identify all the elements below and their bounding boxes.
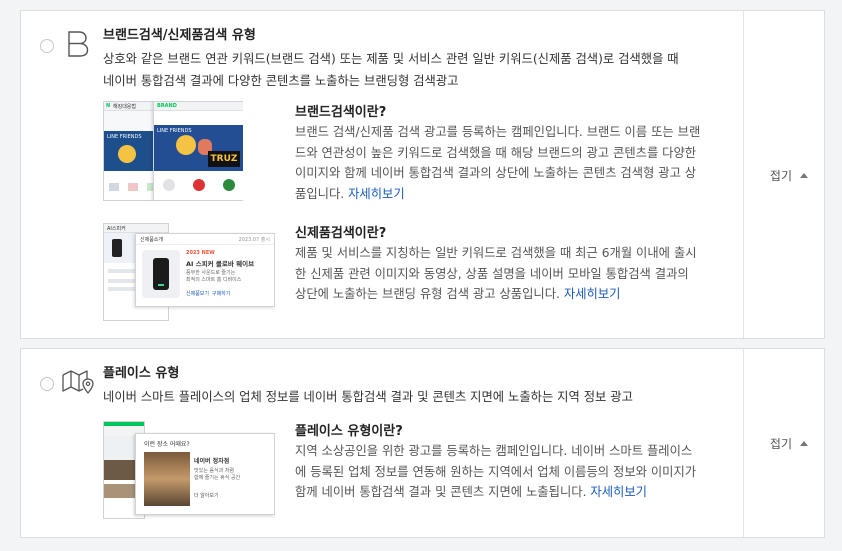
- product-subtext: 최적의 스마트 홈 디바이스: [186, 277, 242, 283]
- place-learn-more-link[interactable]: 자세히보기: [590, 485, 647, 499]
- new-product-search-title: 신제품검색이란?: [295, 226, 387, 241]
- place-type-description: 지역 소상공인을 위한 광고를 등록하는 캠페인입니다. 네이버 스마트 플레이…: [295, 441, 725, 503]
- brand-search-example-image: N 해킹대응법 LINE FRIENDS BRAND LINE FRIENDS: [103, 101, 243, 201]
- new-product-learn-more-link[interactable]: 자세히보기: [564, 287, 621, 301]
- card-description: 네이버 스마트 플레이스의 업체 정보를 네이버 통합검색 결과 및 콘텐츠 지…: [103, 390, 633, 404]
- place-subtext: 함께 즐기는 휴식 공간: [194, 475, 241, 481]
- brand-search-title: 브랜드검색이란?: [295, 105, 387, 120]
- brand-search-radio[interactable]: [40, 39, 54, 53]
- brand-search-learn-more-link[interactable]: 자세히보기: [348, 187, 405, 201]
- thumb-header-text: 신제품소개: [140, 237, 164, 243]
- thumb-header-text: 해킹대응법: [113, 104, 137, 110]
- collapse-label: 접기: [769, 169, 792, 183]
- description-line: 네이버 통합검색 결과에 다양한 콘텐츠를 노출하는 브랜딩형 검색광고: [103, 74, 459, 88]
- brand-search-description: 브랜드 검색/신제품 검색 광고를 등록하는 캠페인입니다. 브랜드 이름 또는…: [295, 122, 725, 204]
- collapse-toggle[interactable]: 접기: [770, 167, 808, 184]
- new-product-search-description: 제품 및 서비스를 지칭하는 일반 키워드로 검색했을 때 최근 6개월 이내에…: [295, 243, 725, 305]
- caret-up-icon: [800, 173, 808, 178]
- description-line: 브랜드 검색/신제품 검색 광고를 등록하는 캠페인입니다. 브랜드 이름 또는…: [295, 125, 701, 139]
- description-line: 이미지와 함께 네이버 통합검색 결과의 상단에 노출하는 콘텐츠 검색형 광고…: [295, 166, 697, 180]
- card-title: 브랜드검색/신제품검색 유형: [103, 28, 256, 43]
- description-line: 품입니다.: [295, 186, 345, 201]
- description-line: 지역 소상공인을 위한 광고를 등록하는 캠페인입니다. 네이버 스마트 플레이…: [295, 444, 693, 458]
- description-line: 상단에 노출하는 브랜딩 유형 검색 광고 상품입니다.: [295, 287, 560, 301]
- product-subtext: 풍부한 사운드로 즐기는: [186, 270, 236, 276]
- new-badge: 2023 NEW: [186, 250, 215, 256]
- card-side-panel: 접기: [743, 349, 824, 537]
- description-line: 에 등록된 업체 정보를 연동해 원하는 지역에서 업체 이름등의 정보와 이미…: [295, 464, 697, 479]
- thumb-button: 구매하기: [212, 291, 231, 297]
- thumb-label: LINE FRIENDS: [157, 128, 192, 134]
- campaign-type-card-brand-search: 브랜드검색/신제품검색 유형 상호와 같은 브랜드 연관 키워드(브랜드 검색)…: [20, 10, 825, 339]
- thumb-button: 신제품보기: [186, 291, 210, 297]
- thumb-header-text: AI스피커: [107, 226, 126, 232]
- thumb-header-text: BRAND: [157, 103, 177, 109]
- place-name: 네이버 정자점: [194, 458, 230, 465]
- new-product-example-image: AI스피커 신제품소개 2023.07 출시 2023 NEW AI 스피커 클…: [103, 223, 275, 321]
- description-line: 함께 네이버 통합검색 결과 및 콘텐츠 지면에 노출됩니다.: [295, 485, 587, 499]
- thumb-header-text: 이런 장소 어때요?: [144, 441, 190, 448]
- card-side-panel: 접기: [743, 11, 824, 338]
- thumb-button: 더 알아보기: [194, 493, 219, 499]
- naver-logo: N: [106, 103, 111, 109]
- place-example-image: 이런 장소 어때요? 네이버 정자점 맛있는 음식과 저렴 함께 즐기는 휴식 …: [103, 421, 275, 519]
- thumb-label: LINE FRIENDS: [107, 134, 142, 140]
- description-line: 제품 및 서비스를 지칭하는 일반 키워드로 검색했을 때 최근 6개월 이내에…: [295, 246, 697, 260]
- card-title: 플레이스 유형: [103, 366, 180, 381]
- letter-b-icon: [68, 31, 89, 57]
- collapse-label: 접기: [769, 437, 792, 451]
- map-pin-icon: [62, 370, 94, 395]
- description-line: 한 신제품 관련 이미지와 동영상, 상품 설명을 네이버 모바일 통합검색 결…: [295, 266, 689, 281]
- campaign-type-card-place: 플레이스 유형 네이버 스마트 플레이스의 업체 정보를 네이버 통합검색 결과…: [20, 348, 825, 538]
- description-line: 상호와 같은 브랜드 연관 키워드(브랜드 검색) 또는 제품 및 서비스 관련…: [103, 52, 679, 66]
- description-line: 드와 연관성이 높은 키워드로 검색했을 때 해당 브랜드의 광고 콘텐츠를 다…: [295, 145, 697, 160]
- caret-up-icon: [800, 441, 808, 446]
- collapse-toggle[interactable]: 접기: [770, 435, 808, 452]
- product-title: AI 스피커 클로바 웨이브: [186, 260, 255, 268]
- place-type-title: 플레이스 유형이란?: [295, 424, 403, 439]
- card-description: 상호와 같은 브랜드 연관 키워드(브랜드 검색) 또는 제품 및 서비스 관련…: [103, 48, 743, 92]
- thumb-date: 2023.07 출시: [238, 237, 270, 243]
- truz-banner: TRUZ: [208, 151, 240, 167]
- place-subtext: 맛있는 음식과 저렴: [194, 468, 234, 474]
- place-radio[interactable]: [40, 377, 54, 391]
